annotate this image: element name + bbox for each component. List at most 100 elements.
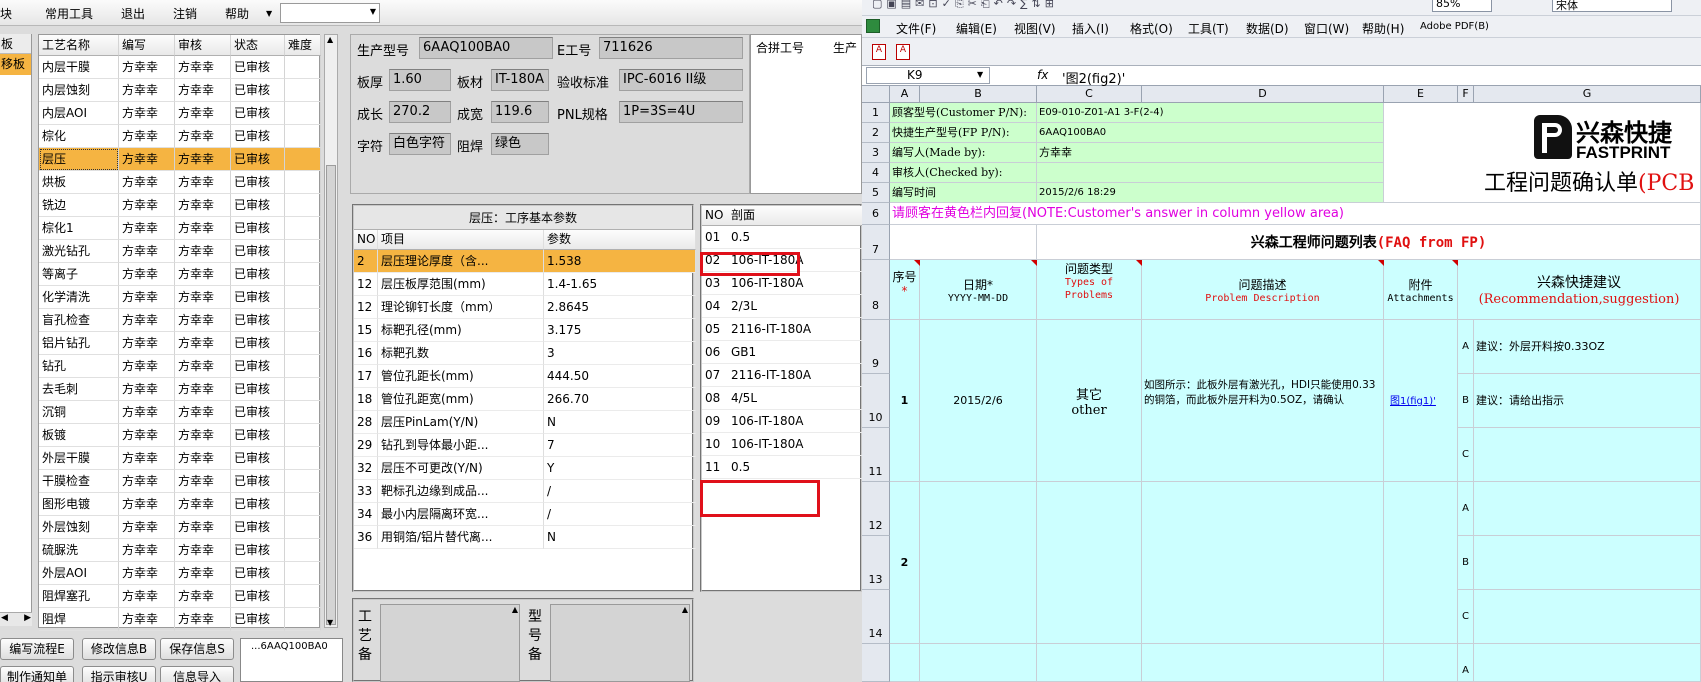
table-row[interactable]: 11 0.5 bbox=[702, 456, 862, 479]
select-all-corner[interactable] bbox=[862, 86, 890, 103]
horizontal-scrollbar[interactable]: ◀ ▶ bbox=[0, 612, 32, 626]
table-row[interactable]: 钻孔 方幸幸 方幸幸 已审核 bbox=[39, 355, 321, 378]
save-info-button[interactable]: 保存信息S bbox=[160, 638, 234, 660]
q2-attach[interactable] bbox=[1384, 482, 1458, 644]
table-row[interactable]: 12 理论铆钉长度（mm） 2.8645 bbox=[354, 296, 696, 319]
sidebar-item-selected[interactable]: 移板 bbox=[0, 54, 31, 75]
q3-seq[interactable] bbox=[890, 644, 920, 682]
table-row[interactable]: 去毛刺 方幸幸 方幸幸 已审核 bbox=[39, 378, 321, 401]
row-header-2[interactable]: 2 bbox=[862, 123, 890, 143]
menu-edit[interactable]: 编辑(E) bbox=[956, 20, 997, 37]
q2-desc[interactable] bbox=[1142, 482, 1384, 644]
excel-icon[interactable] bbox=[866, 19, 880, 33]
table-row[interactable]: 硫脲洗 方幸幸 方幸幸 已审核 bbox=[39, 539, 321, 562]
time-value[interactable]: 2015/2/6 18:29 bbox=[1037, 183, 1384, 203]
table-row[interactable]: 08 4/5L bbox=[702, 387, 862, 410]
row-header-13[interactable]: 13 bbox=[862, 536, 890, 590]
arrow-down-icon[interactable]: ▼ bbox=[327, 618, 333, 627]
table-row[interactable]: 阻焊塞孔 方幸幸 方幸幸 已审核 bbox=[39, 585, 321, 608]
table-row[interactable]: 17 管位孔距长(mm) 444.50 bbox=[354, 365, 696, 388]
row-header-4[interactable]: 4 bbox=[862, 163, 890, 183]
menu-format[interactable]: 格式(O) bbox=[1130, 20, 1173, 37]
table-row[interactable]: 09 106-IT-180A bbox=[702, 410, 862, 433]
comment-indicator[interactable] bbox=[1031, 260, 1037, 266]
chevron-down-icon[interactable]: ▼ bbox=[977, 70, 983, 79]
instruction-audit-button[interactable]: 指示审核U bbox=[82, 666, 156, 682]
row-header-11[interactable]: 11 bbox=[862, 428, 890, 482]
table-row[interactable]: 10 106-IT-180A bbox=[702, 433, 862, 456]
q1-seq[interactable]: 1 bbox=[890, 320, 920, 482]
table-row[interactable]: 内层AOI 方幸幸 方幸幸 已审核 bbox=[39, 102, 321, 125]
table-row[interactable]: 干膜检查 方幸幸 方幸幸 已审核 bbox=[39, 470, 321, 493]
table-row[interactable]: 01 0.5 bbox=[702, 226, 862, 249]
pnl-field[interactable]: 1P=3S=4U bbox=[619, 101, 743, 123]
combine-list[interactable]: 合拼工号 生产 bbox=[750, 34, 862, 194]
made-by-value[interactable]: 方幸幸 bbox=[1037, 143, 1384, 163]
name-box[interactable]: K9 bbox=[866, 67, 990, 84]
checked-by-value[interactable] bbox=[1037, 163, 1384, 183]
pdf-convert-icon[interactable]: A bbox=[872, 44, 886, 60]
arrow-right-icon[interactable]: ▶ bbox=[24, 613, 31, 623]
q3-desc[interactable] bbox=[1142, 644, 1384, 682]
q1-date[interactable]: 2015/2/6 bbox=[920, 320, 1037, 482]
col-header-e[interactable]: E bbox=[1384, 86, 1458, 103]
q2-opt-c-text[interactable] bbox=[1474, 590, 1701, 644]
col-header-g[interactable]: G bbox=[1474, 86, 1701, 103]
arrow-up-icon[interactable]: ▲ bbox=[512, 605, 518, 614]
menu-help[interactable]: 帮助(H) bbox=[1362, 20, 1404, 37]
menu-exit[interactable]: 退出 bbox=[121, 5, 145, 22]
row-header-1[interactable]: 1 bbox=[862, 103, 890, 123]
menu-help[interactable]: 帮助 bbox=[225, 5, 249, 22]
table-row[interactable]: 32 层压不可更改(Y/N) Y bbox=[354, 457, 696, 480]
comment-indicator[interactable] bbox=[914, 260, 920, 266]
table-row[interactable]: 内层蚀刻 方幸幸 方幸幸 已审核 bbox=[39, 79, 321, 102]
pdf-email-icon[interactable]: A bbox=[896, 44, 910, 60]
table-row[interactable]: 阻焊 方幸幸 方幸幸 已审核 bbox=[39, 608, 321, 631]
table-row[interactable]: 07 2116-IT-180A bbox=[702, 364, 862, 387]
row-header-7[interactable]: 7 bbox=[862, 225, 890, 260]
q2-seq[interactable]: 2 bbox=[890, 482, 920, 644]
col-item[interactable]: 项目 bbox=[378, 230, 544, 250]
menu-view[interactable]: 视图(V) bbox=[1014, 20, 1056, 37]
width-field[interactable]: 119.6 bbox=[491, 101, 549, 123]
q1-opt-a-text[interactable]: 建议：外层开料按0.33OZ bbox=[1474, 320, 1701, 374]
row-header-10[interactable]: 10 bbox=[862, 374, 890, 428]
font-select[interactable]: 宋体 bbox=[1552, 0, 1672, 12]
model-notes-field[interactable]: ▲ bbox=[550, 604, 690, 682]
col-difficulty[interactable]: 难度 bbox=[285, 35, 321, 56]
table-row[interactable]: 等离子 方幸幸 方幸幸 已审核 bbox=[39, 263, 321, 286]
e-code-field[interactable]: 711626 bbox=[599, 37, 743, 59]
table-row[interactable]: 烘板 方幸幸 方幸幸 已审核 bbox=[39, 171, 321, 194]
table-row[interactable]: 激光钻孔 方幸幸 方幸幸 已审核 bbox=[39, 240, 321, 263]
col-header-c[interactable]: C bbox=[1037, 86, 1142, 103]
table-row[interactable]: 图形电镀 方幸幸 方幸幸 已审核 bbox=[39, 493, 321, 516]
table-row[interactable]: 外层AOI 方幸幸 方幸幸 已审核 bbox=[39, 562, 321, 585]
table-row[interactable]: 15 标靶孔径(mm) 3.175 bbox=[354, 319, 696, 342]
table-row[interactable]: 2 层压理论厚度（含... 1.538 bbox=[354, 250, 696, 273]
q3-attach[interactable] bbox=[1384, 644, 1458, 682]
q3-opt-a-text[interactable] bbox=[1474, 644, 1701, 682]
table-row[interactable]: 12 层压板厚范围(mm) 1.4-1.65 bbox=[354, 273, 696, 296]
fp-pn-value[interactable]: 6AAQ100BA0 bbox=[1037, 123, 1384, 143]
table-row[interactable]: 化学清洗 方幸幸 方幸幸 已审核 bbox=[39, 286, 321, 309]
menu-data[interactable]: 数据(D) bbox=[1246, 20, 1289, 37]
q2-opt-a-text[interactable] bbox=[1474, 482, 1701, 536]
table-row[interactable]: 16 标靶孔数 3 bbox=[354, 342, 696, 365]
table-row[interactable]: 外层蚀刻 方幸幸 方幸幸 已审核 bbox=[39, 516, 321, 539]
q2-type[interactable] bbox=[1037, 482, 1142, 644]
table-row[interactable]: 铝片钻孔 方幸幸 方幸幸 已审核 bbox=[39, 332, 321, 355]
zoom-select[interactable]: 85% bbox=[1432, 0, 1492, 12]
material-field[interactable]: IT-180A bbox=[491, 69, 549, 91]
cell-a7[interactable] bbox=[890, 225, 1037, 260]
q1-attach-link[interactable]: 图1(fig1)' bbox=[1390, 396, 1436, 407]
row-header-15[interactable] bbox=[862, 644, 890, 682]
col-writer[interactable]: 编写 bbox=[119, 35, 175, 56]
col-header-f[interactable]: F bbox=[1458, 86, 1474, 103]
menu-common-tools[interactable]: 常用工具 bbox=[45, 5, 93, 22]
row-header-12[interactable]: 12 bbox=[862, 482, 890, 536]
q1-attach[interactable]: 图1(fig1)' bbox=[1384, 320, 1458, 482]
thickness-field[interactable]: 1.60 bbox=[389, 69, 451, 91]
table-row[interactable]: 06 GB1 bbox=[702, 341, 862, 364]
make-notice-button[interactable]: 制作通知单 bbox=[0, 666, 74, 682]
table-row[interactable]: 层压 方幸幸 方幸幸 已审核 bbox=[39, 148, 321, 171]
